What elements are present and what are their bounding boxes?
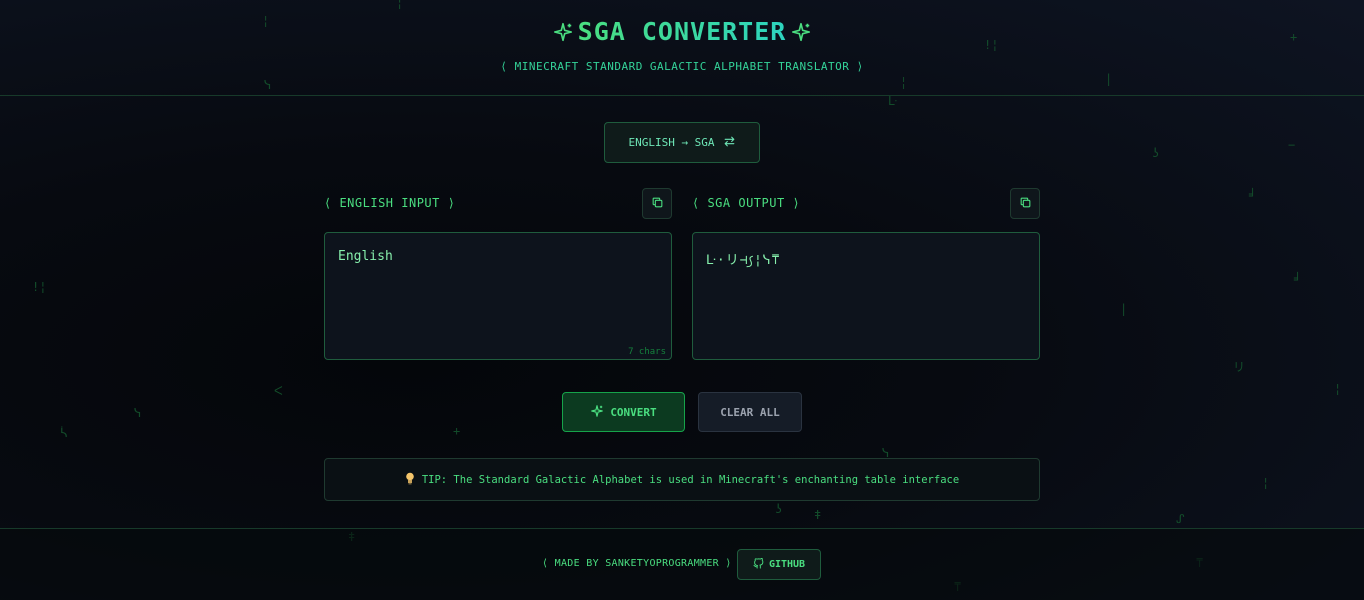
output-label: ⟨ SGA OUTPUT ⟩ <box>692 196 801 210</box>
page-subtitle: ⟨ MINECRAFT STANDARD GALACTIC ALPHABET T… <box>500 60 864 73</box>
copy-output-button[interactable] <box>1010 188 1040 219</box>
title-text: SGA CONVERTER <box>577 17 787 46</box>
copy-icon <box>1019 194 1032 213</box>
mode-toggle-button[interactable]: ENGLISH → SGA <box>604 122 760 163</box>
sga-output-field[interactable]: ᒷ·リ⊣꠹¦ᓭ⍑ <box>692 232 1040 360</box>
tip-banner: TIP: The Standard Galactic Alphabet is u… <box>324 458 1040 501</box>
copy-input-button[interactable] <box>642 188 672 219</box>
mode-label: ENGLISH → SGA <box>628 136 715 149</box>
sparkle-icon <box>552 21 574 43</box>
github-label: GITHUB <box>768 559 806 570</box>
sparkle-icon <box>790 21 812 43</box>
page-title: SGA CONVERTER <box>0 17 1364 46</box>
page-footer: ⟨ MADE BY SANKETYOPROGRAMMER ⟩ GITHUB <box>0 528 1364 600</box>
copy-icon <box>651 194 664 213</box>
convert-button[interactable]: CONVERT <box>562 392 685 432</box>
input-label: ⟨ ENGLISH INPUT ⟩ <box>324 196 456 210</box>
tip-text: TIP: The Standard Galactic Alphabet is u… <box>421 473 960 486</box>
english-input-field[interactable]: English 7 chars <box>324 232 672 360</box>
page-header: SGA CONVERTER ⟨ MINECRAFT STANDARD GALAC… <box>0 0 1364 96</box>
input-text: English <box>338 249 393 264</box>
made-by-credit: ⟨ MADE BY SANKETYOPROGRAMMER ⟩ <box>542 558 732 569</box>
output-text: ᒷ·リ⊣꠹¦ᓭ⍑ <box>706 253 781 268</box>
convert-label: CONVERT <box>610 405 657 419</box>
github-link[interactable]: GITHUB <box>737 549 821 580</box>
char-count: 7 chars <box>628 347 666 357</box>
sparkle-icon <box>590 404 604 421</box>
swap-arrows-icon <box>723 135 736 151</box>
github-icon <box>753 557 764 572</box>
clear-all-button[interactable]: CLEAR ALL <box>698 392 802 432</box>
clear-label: CLEAR ALL <box>720 405 780 419</box>
lightbulb-icon <box>405 472 415 488</box>
